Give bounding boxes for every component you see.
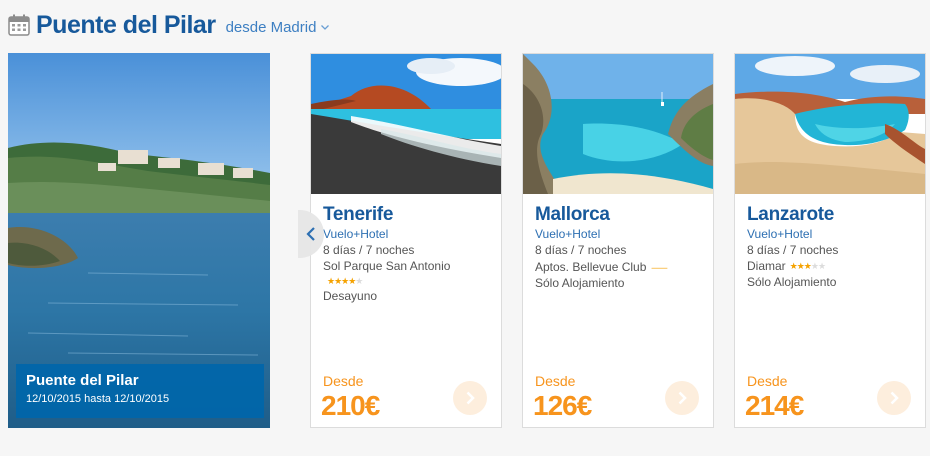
- price-from-label: Desde: [747, 373, 788, 389]
- package-type: Vuelo+Hotel: [747, 227, 813, 241]
- card-image-mallorca: [523, 54, 713, 194]
- card-image-lanzarote: [735, 54, 925, 194]
- hero-caption: Puente del Pilar 12/10/2015 hasta 12/10/…: [16, 364, 264, 418]
- price: 210€: [321, 390, 380, 421]
- section-header: Puente del Pilar desde Madrid: [8, 10, 330, 40]
- hero-dates: 12/10/2015 hasta 12/10/2015: [26, 393, 170, 405]
- price: 214€: [745, 390, 804, 421]
- duration: 8 días / 7 noches: [323, 243, 415, 257]
- card-image-tenerife: [311, 54, 501, 194]
- hero-banner[interactable]: Puente del Pilar 12/10/2015 hasta 12/10/…: [8, 53, 270, 428]
- hotel-rating-stars: ★★★★★: [327, 276, 363, 286]
- chevron-right-icon: [890, 391, 899, 405]
- offer-card-mallorca[interactable]: Mallorca Vuelo+Hotel 8 días / 7 noches A…: [522, 53, 714, 428]
- hotel-name: Diamar ★★★ ★★: [747, 259, 826, 273]
- destination-name: Mallorca: [535, 204, 610, 225]
- page-title: Puente del Pilar: [36, 10, 216, 39]
- price-from-label: Desde: [535, 373, 576, 389]
- hotel-name: Sol Parque San Antonio: [323, 259, 451, 273]
- chevron-right-icon: [678, 391, 687, 405]
- package-type: Vuelo+Hotel: [535, 227, 601, 241]
- hotel-name: Aptos. Bellevue Club ⸺: [535, 259, 668, 275]
- destination-name: Tenerife: [323, 204, 394, 225]
- origin-selector[interactable]: desde Madrid: [226, 19, 331, 36]
- board-type: Sólo Alojamiento: [535, 276, 625, 290]
- view-offer-button[interactable]: [665, 381, 699, 415]
- origin-label: desde Madrid: [225, 18, 317, 36]
- price: 126€: [533, 390, 592, 421]
- view-offer-button[interactable]: [453, 381, 487, 415]
- destination-name: Lanzarote: [747, 204, 835, 225]
- chevron-left-icon: [306, 227, 315, 241]
- board-type: Desayuno: [323, 289, 378, 303]
- duration: 8 días / 7 noches: [535, 243, 627, 257]
- chevron-right-icon: [466, 391, 475, 405]
- package-type: Vuelo+Hotel: [323, 227, 389, 241]
- hero-title: Puente del Pilar: [26, 372, 139, 389]
- calendar-icon: [8, 14, 30, 36]
- chevron-down-icon: [321, 25, 330, 30]
- duration: 8 días / 7 noches: [747, 243, 839, 257]
- offer-card-lanzarote[interactable]: Lanzarote Vuelo+Hotel 8 días / 7 noches …: [734, 53, 926, 428]
- board-type: Sólo Alojamiento: [747, 275, 837, 289]
- price-from-label: Desde: [323, 373, 364, 389]
- offer-card-tenerife[interactable]: Tenerife Vuelo+Hotel 8 días / 7 noches S…: [310, 53, 502, 428]
- apartment-keys-rating: ⸺: [650, 263, 668, 274]
- view-offer-button[interactable]: [877, 381, 911, 415]
- hotel-rating-stars: ★★★★★: [789, 260, 826, 271]
